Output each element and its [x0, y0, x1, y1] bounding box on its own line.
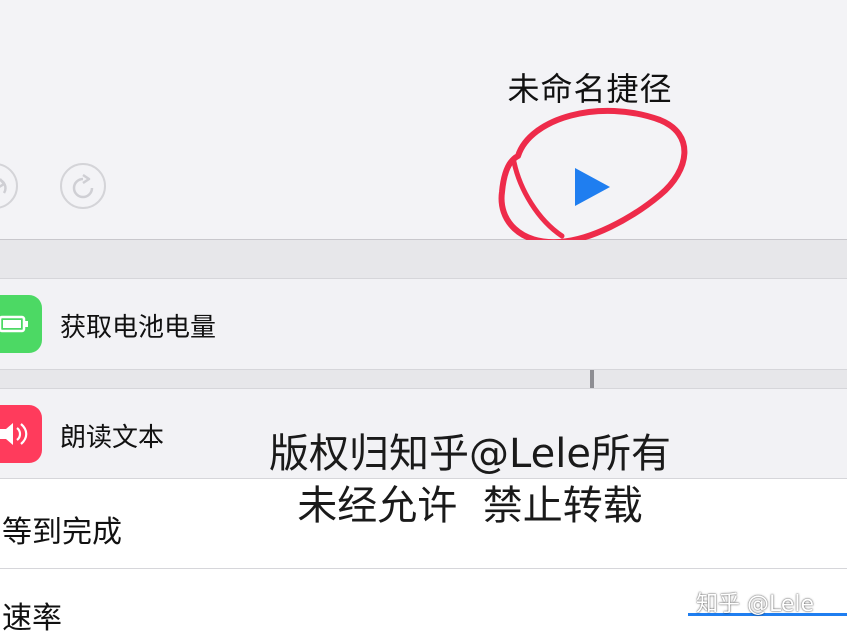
setting-label: 速率	[2, 601, 62, 635]
speaker-icon	[0, 405, 42, 463]
rate-slider[interactable]	[688, 613, 847, 616]
setting-rate[interactable]: 速率	[0, 568, 847, 635]
section-gap	[0, 370, 847, 388]
setting-label: 等到完成	[2, 515, 122, 550]
undo-button[interactable]	[0, 163, 18, 209]
action-get-battery-level[interactable]: 获取电池电量	[0, 278, 847, 370]
redo-icon	[72, 173, 94, 199]
setting-wait-until-finished[interactable]: 等到完成	[0, 478, 847, 568]
battery-icon	[0, 295, 42, 353]
section-gap	[0, 240, 847, 278]
drag-handle[interactable]	[590, 370, 594, 388]
redo-button[interactable]	[60, 163, 106, 209]
undo-icon	[0, 178, 7, 194]
shortcut-editor: 未命名捷径 获取电池电量 朗读文本 等到完成 速率 版权归知乎@Lele所有 未…	[0, 0, 847, 635]
shortcut-title[interactable]: 未命名捷径	[490, 64, 690, 110]
play-icon	[575, 168, 610, 206]
action-label: 朗读文本	[60, 423, 165, 453]
action-label: 获取电池电量	[60, 313, 217, 343]
run-button[interactable]	[560, 160, 620, 216]
action-speak-text[interactable]: 朗读文本	[0, 388, 847, 478]
shortcut-header: 未命名捷径	[0, 0, 847, 246]
